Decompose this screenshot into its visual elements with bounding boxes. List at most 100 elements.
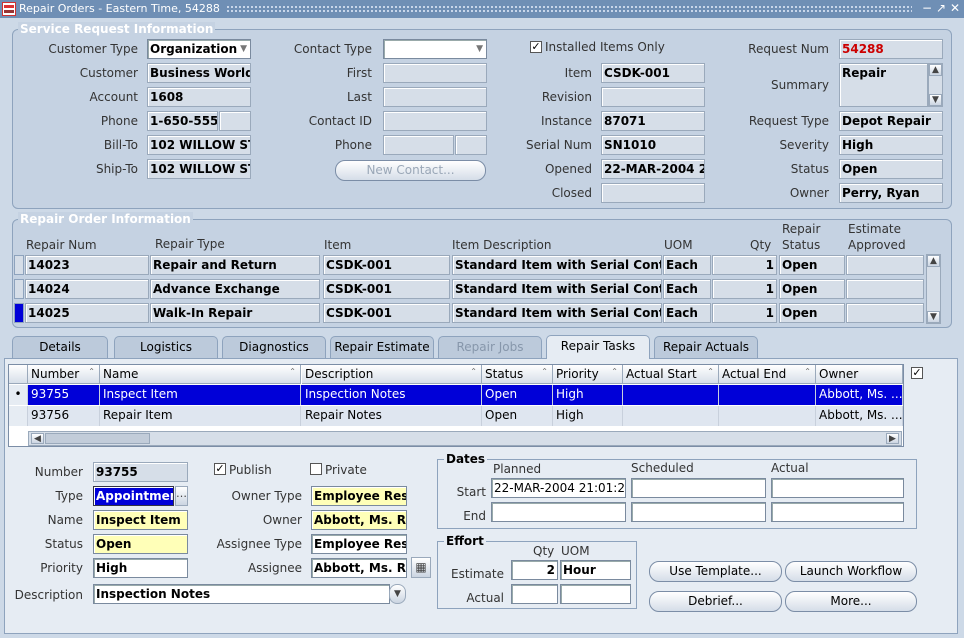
summary-scrollbar[interactable]: ▲ ▼ [928, 63, 943, 107]
tab-diagnostics[interactable]: Diagnostics [222, 336, 326, 358]
owner-field[interactable]: Perry, Ryan [839, 183, 943, 203]
table-row[interactable]: • 93755 Inspect Item Inspection Notes Open Hi… [9, 385, 903, 405]
task-owner-cell[interactable]: Abbott, Ms. ... [816, 406, 903, 426]
repair-order-num-cell[interactable]: 14024 [25, 279, 149, 299]
repair-order-type-cell[interactable]: Walk-In Repair [150, 303, 320, 323]
repair-order-qty-cell[interactable]: 1 [712, 255, 777, 275]
scroll-down-icon[interactable]: ▼ [929, 94, 942, 106]
repair-order-uom-cell[interactable]: Each [663, 279, 711, 299]
customer-field[interactable]: Business World [147, 63, 251, 83]
private-checkbox[interactable] [310, 463, 322, 475]
task-status-cell[interactable]: Open [482, 385, 553, 405]
ellipsis-icon[interactable]: … [175, 486, 188, 506]
installed-only-checkbox[interactable]: ✓ [530, 41, 542, 53]
task-status-cell[interactable]: Open [482, 406, 553, 426]
owner-type-field[interactable]: Employee Res [311, 486, 407, 506]
serial-field[interactable]: SN1010 [601, 135, 705, 155]
repair-order-uom-cell[interactable]: Each [663, 255, 711, 275]
repair-order-qty-cell[interactable]: 1 [712, 303, 777, 323]
task-name-field[interactable]: Inspect Item [93, 510, 188, 530]
task-number-cell[interactable]: 93756 [28, 406, 100, 426]
task-name-cell[interactable]: Inspect Item [100, 385, 301, 405]
tab-repair-estimate[interactable]: Repair Estimate [330, 336, 434, 358]
task-owner-cell[interactable]: Abbott, Ms. ... [816, 385, 903, 405]
estimate-qty-field[interactable]: 2 [511, 560, 558, 580]
actual-qty-field[interactable] [511, 584, 558, 604]
repair-order-approved-cell[interactable] [846, 303, 924, 323]
task-priority-cell[interactable]: High [553, 406, 623, 426]
scroll-up-icon[interactable]: ▲ [927, 255, 940, 267]
repair-order-num-cell[interactable]: 14023 [25, 255, 149, 275]
task-number-field[interactable]: 93755 [93, 462, 188, 482]
task-priority-cell[interactable]: High [553, 385, 623, 405]
tasks-hscrollbar[interactable]: ◀ ▶ [28, 431, 902, 446]
repair-order-item-cell[interactable]: CSDK-001 [323, 279, 450, 299]
item-field[interactable]: CSDK-001 [601, 63, 705, 83]
tasks-header-end[interactable]: Actual End ⌃ [719, 365, 816, 384]
repair-order-status-cell[interactable]: Open [779, 279, 845, 299]
use-template-button[interactable]: Use Template... [649, 561, 782, 582]
repair-orders-scrollbar[interactable]: ▲ ▼ [926, 254, 941, 324]
scheduled-start-field[interactable] [631, 478, 766, 498]
row-selector[interactable] [9, 406, 28, 426]
row-indicator[interactable] [14, 303, 24, 323]
launch-workflow-button[interactable]: Launch Workflow [785, 561, 917, 582]
tasks-header-name[interactable]: Name ⌃ [100, 365, 301, 384]
maximize-icon[interactable]: ↗ [934, 1, 948, 16]
assignee-type-field[interactable]: Employee Res [311, 534, 407, 554]
tasks-header-description[interactable]: Description ⌃ [302, 365, 482, 384]
task-name-cell[interactable]: Repair Item [100, 406, 301, 426]
description-expand-icon[interactable]: ▼ [389, 584, 406, 604]
task-description-cell[interactable]: Inspection Notes [302, 385, 482, 405]
scheduled-end-field[interactable] [631, 502, 766, 522]
phone-field[interactable]: 1-650-5550 [147, 111, 218, 131]
close-icon[interactable]: ✕ [948, 1, 962, 16]
grid-select-checkbox[interactable]: ✓ [911, 367, 923, 379]
table-row[interactable]: 93756 Repair Item Repair Notes Open High Abbo… [9, 406, 903, 426]
scroll-down-icon[interactable]: ▼ [927, 311, 940, 323]
tasks-header-status[interactable]: Status ⌃ [482, 365, 553, 384]
contact-type-select[interactable]: ▼ [383, 39, 487, 59]
tasks-header-owner[interactable]: Owner [816, 365, 903, 384]
scroll-right-icon[interactable]: ▶ [886, 433, 899, 444]
repair-order-qty-cell[interactable]: 1 [712, 279, 777, 299]
tab-repair-tasks[interactable]: Repair Tasks [546, 335, 650, 359]
closed-field[interactable] [601, 183, 705, 203]
task-type-field[interactable]: Appointmen [93, 486, 174, 506]
task-status-field[interactable]: Open [93, 534, 188, 554]
row-indicator[interactable] [14, 255, 24, 275]
row-indicator[interactable] [14, 279, 24, 299]
opened-field[interactable]: 22-MAR-2004 20: [601, 159, 705, 179]
scrollbar-thumb[interactable] [45, 433, 150, 444]
repair-order-item-cell[interactable]: CSDK-001 [323, 255, 450, 275]
severity-field[interactable]: High [839, 135, 943, 155]
contact-phone-field[interactable] [383, 135, 454, 155]
debrief-button[interactable]: Debrief... [649, 591, 782, 612]
summary-field[interactable]: Repair [839, 63, 928, 107]
actual-end-field[interactable] [771, 502, 904, 522]
contact-phone-ext-field[interactable] [455, 135, 487, 155]
tab-repair-actuals[interactable]: Repair Actuals [654, 336, 758, 358]
repair-order-uom-cell[interactable]: Each [663, 303, 711, 323]
contact-id-field[interactable] [383, 111, 487, 131]
task-description-field[interactable]: Inspection Notes [93, 584, 390, 604]
publish-checkbox[interactable]: ✓ [214, 463, 226, 475]
last-name-field[interactable] [383, 87, 487, 107]
repair-order-desc-cell[interactable]: Standard Item with Serial Contro [452, 255, 662, 275]
first-name-field[interactable] [383, 63, 487, 83]
customer-type-select[interactable]: Organization ▼ [147, 39, 251, 59]
tab-repair-jobs[interactable]: Repair Jobs [438, 336, 542, 358]
tasks-header-number[interactable]: Number ⌃ [28, 365, 100, 384]
instance-field[interactable]: 87071 [601, 111, 705, 131]
task-start-cell[interactable] [623, 406, 719, 426]
task-end-cell[interactable] [719, 385, 816, 405]
repair-order-desc-cell[interactable]: Standard Item with Serial Contro [452, 279, 662, 299]
tab-details[interactable]: Details [12, 336, 108, 358]
repair-order-item-cell[interactable]: CSDK-001 [323, 303, 450, 323]
account-field[interactable]: 1608 [147, 87, 251, 107]
new-contact-button[interactable]: New Contact... [335, 160, 486, 181]
phone-ext-field[interactable] [219, 111, 251, 131]
scroll-left-icon[interactable]: ◀ [31, 433, 44, 444]
row-selector[interactable]: • [9, 385, 28, 405]
request-type-field[interactable]: Depot Repair [839, 111, 943, 131]
